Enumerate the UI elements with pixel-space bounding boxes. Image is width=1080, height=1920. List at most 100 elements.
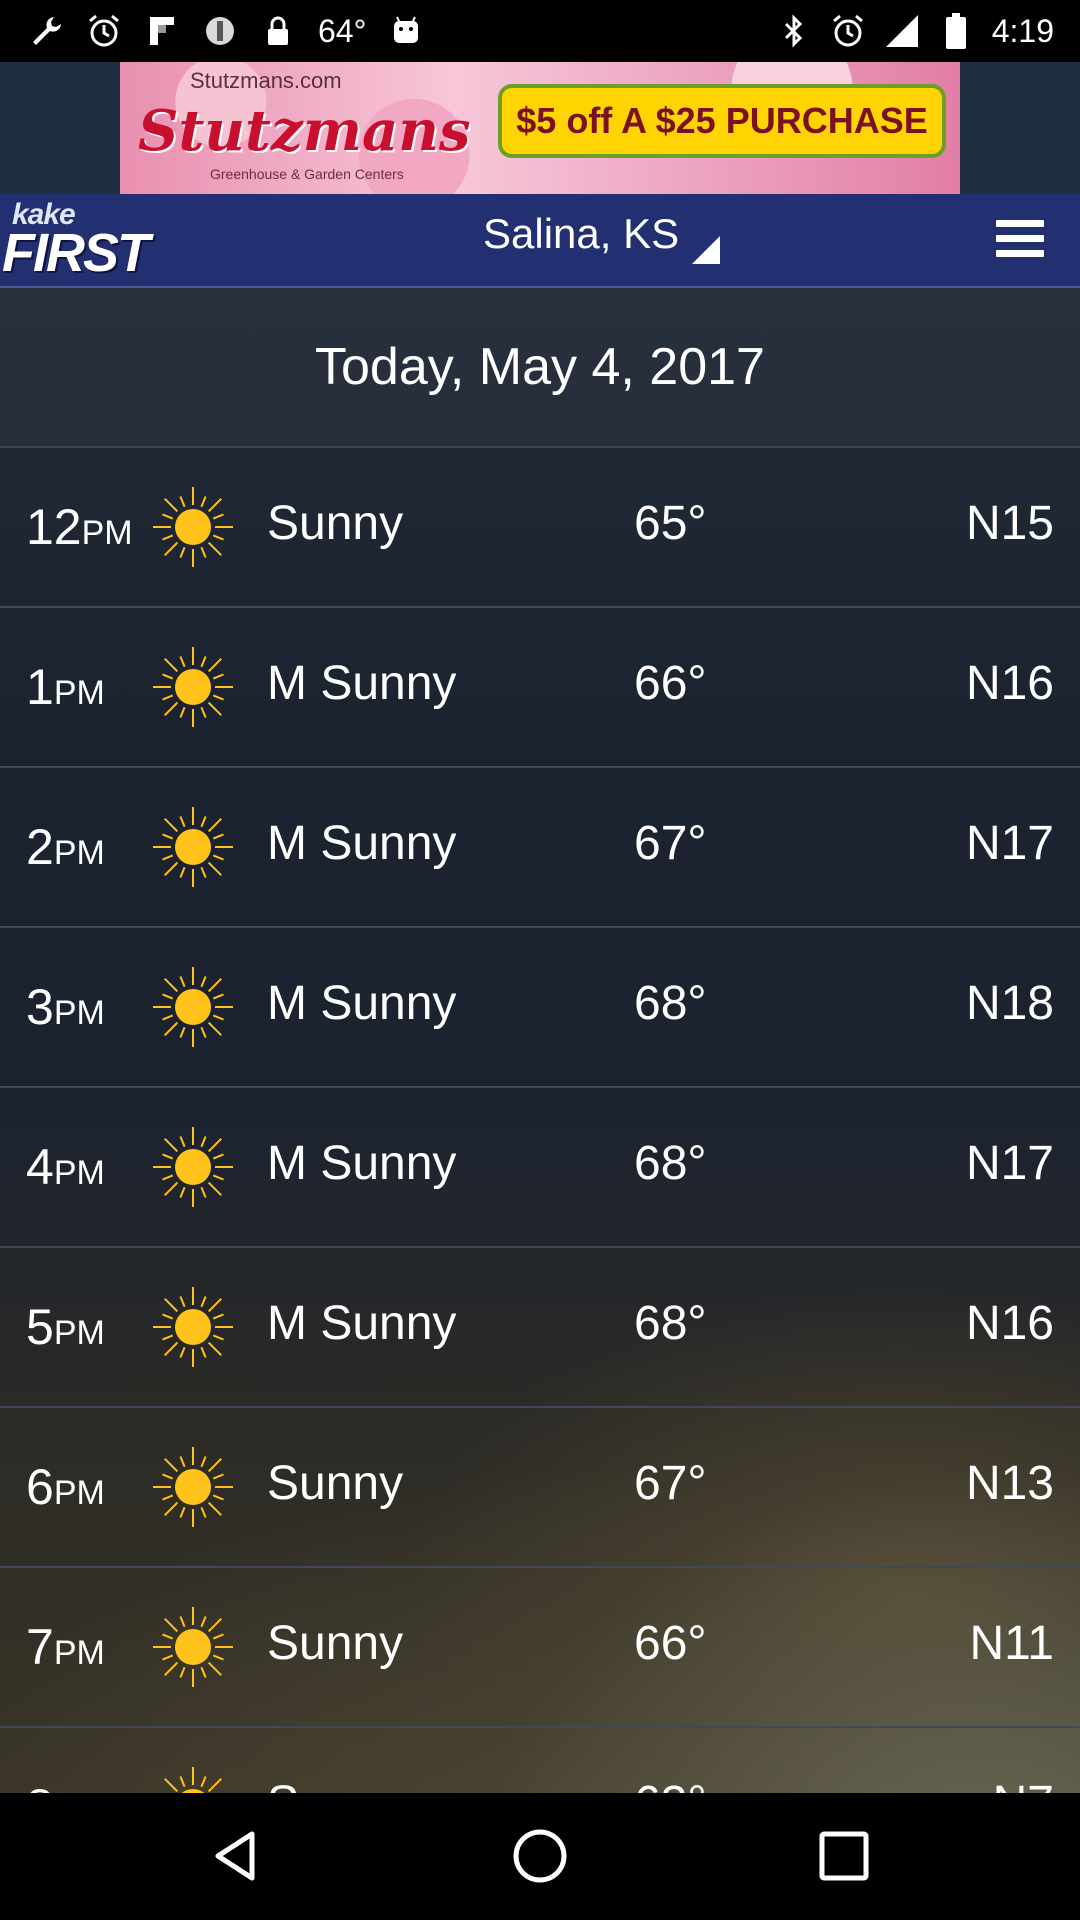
forecast-ampm: PM	[53, 1634, 105, 1672]
alarm-icon	[86, 13, 122, 49]
forecast-wind: N18	[965, 977, 1054, 1030]
forecast-row[interactable]: 6PM Sunny 67° N13	[0, 1408, 1080, 1568]
forecast-temp: 67°	[634, 1457, 707, 1510]
forecast-wind: N13	[965, 1457, 1054, 1510]
forecast-hour: 12	[26, 499, 82, 555]
date-header: Today, May 4, 2017	[0, 288, 1080, 448]
forecast-temp: 63°	[634, 1776, 707, 1793]
sun-icon	[152, 1126, 234, 1208]
forecast-time: 2PM	[26, 818, 105, 876]
status-bar: 64° 4:19	[0, 0, 1080, 62]
forecast-hour: 8	[26, 1779, 54, 1793]
recents-icon[interactable]	[814, 1826, 874, 1886]
forecast-time: 7PM	[26, 1618, 105, 1676]
status-time: 4:19	[991, 12, 1054, 49]
forecast-wind: N16	[965, 657, 1054, 710]
forecast-time: 3PM	[26, 978, 105, 1036]
sun-icon	[152, 1286, 234, 1368]
forecast-time: 4PM	[26, 1138, 105, 1196]
forecast-condition: Sunny	[267, 497, 404, 550]
forecast-temp: 68°	[634, 977, 707, 1030]
forecast-condition: Sunny	[267, 1457, 404, 1510]
forecast-row[interactable]: 4PM M Sunny 68° N17	[0, 1088, 1080, 1248]
location-selector[interactable]: Salina, KS	[483, 210, 679, 258]
forecast-temp: 66°	[634, 1617, 707, 1670]
forecast-wind: N7	[993, 1776, 1054, 1793]
forecast-row[interactable]: 1PM M Sunny 66° N16	[0, 608, 1080, 768]
forecast-time: 12PM	[26, 498, 133, 556]
ad-offer[interactable]: $5 off A $25 PURCHASE	[498, 84, 946, 158]
sun-icon	[152, 646, 234, 728]
battery-icon	[938, 13, 974, 49]
forecast-wind: N17	[965, 817, 1054, 870]
sun-icon	[152, 1606, 234, 1688]
dropdown-triangle-icon[interactable]	[690, 234, 722, 266]
forecast-wind: N11	[969, 1617, 1055, 1670]
sun-icon	[152, 1446, 234, 1528]
forecast-wind: N15	[965, 497, 1054, 550]
back-icon[interactable]	[206, 1826, 266, 1886]
forecast-condition: M Sunny	[267, 657, 457, 710]
ad-container: Stutzmans.com Stutzmans Greenhouse & Gar…	[0, 62, 1080, 194]
forecast-hour: 6	[26, 1459, 54, 1515]
wrench-icon	[28, 13, 64, 49]
forecast-row[interactable]: 12PM Sunny 65° N15	[0, 448, 1080, 608]
ad-subtitle: Greenhouse & Garden Centers	[210, 166, 404, 182]
forecast-temp: 67°	[634, 817, 707, 870]
app-logo[interactable]: kake FIRST ALERT	[2, 198, 267, 345]
ad-brand: Stutzmans	[138, 98, 471, 164]
forecast-condition: Sunny	[267, 1617, 404, 1670]
cookie-icon	[202, 13, 238, 49]
forecast-time: 8PM	[26, 1778, 105, 1793]
ad-url: Stutzmans.com	[190, 68, 342, 93]
hourly-forecast[interactable]: Today, May 4, 2017 12PM Sunny 65° N15 1PM M S…	[0, 288, 1080, 1793]
forecast-time: 1PM	[26, 658, 105, 716]
forecast-ampm: PM	[53, 1314, 105, 1352]
alarm-icon	[830, 13, 866, 49]
forecast-row[interactable]: 3PM M Sunny 68° N18	[0, 928, 1080, 1088]
forecast-ampm: PM	[53, 994, 105, 1032]
forecast-hour: 1	[26, 659, 54, 715]
ad-banner[interactable]: Stutzmans.com Stutzmans Greenhouse & Gar…	[120, 62, 960, 194]
forecast-list: 12PM Sunny 65° N15 1PM M Sunny 66° N16 2PM M Sunn…	[0, 448, 1080, 1793]
forecast-row[interactable]: 8PM Sunny 63° N7	[0, 1728, 1080, 1793]
sun-icon	[152, 806, 234, 888]
forecast-hour: 3	[26, 979, 54, 1035]
status-temperature: 64°	[318, 12, 367, 49]
forecast-hour: 2	[26, 819, 54, 875]
bluetooth-icon	[776, 13, 812, 49]
forecast-condition: M Sunny	[267, 817, 457, 870]
sun-icon	[152, 1766, 234, 1793]
system-nav-bar	[0, 1793, 1080, 1920]
forecast-hour: 7	[26, 1619, 54, 1675]
forecast-wind: N16	[965, 1297, 1054, 1350]
forecast-condition: M Sunny	[267, 1297, 457, 1350]
home-icon[interactable]	[510, 1826, 570, 1886]
signal-icon	[884, 13, 920, 49]
forecast-condition: M Sunny	[267, 977, 457, 1030]
forecast-ampm: PM	[81, 514, 133, 552]
forecast-hour: 4	[26, 1139, 54, 1195]
sun-icon	[152, 966, 234, 1048]
forecast-ampm: PM	[53, 1474, 105, 1512]
forecast-row[interactable]: 2PM M Sunny 67° N17	[0, 768, 1080, 928]
forecast-temp: 68°	[634, 1137, 707, 1190]
forecast-temp: 68°	[634, 1297, 707, 1350]
hamburger-menu-icon[interactable]	[996, 220, 1044, 258]
forecast-date: Today, May 4, 2017	[315, 338, 765, 396]
lock-icon	[260, 13, 296, 49]
forecast-time: 5PM	[26, 1298, 105, 1356]
forecast-row[interactable]: 5PM M Sunny 68° N16	[0, 1248, 1080, 1408]
forecast-wind: N17	[965, 1137, 1054, 1190]
app-header: kake FIRST ALERT Salina, KS	[0, 194, 1080, 345]
flipboard-icon	[144, 13, 180, 49]
forecast-temp: 65°	[634, 497, 707, 550]
sun-icon	[152, 486, 234, 568]
android-icon	[388, 13, 424, 49]
forecast-row[interactable]: 7PM Sunny 66° N11	[0, 1568, 1080, 1728]
forecast-hour: 5	[26, 1299, 54, 1355]
forecast-temp: 66°	[634, 657, 707, 710]
forecast-ampm: PM	[53, 1154, 105, 1192]
forecast-ampm: PM	[53, 834, 105, 872]
forecast-condition: M Sunny	[267, 1137, 457, 1190]
